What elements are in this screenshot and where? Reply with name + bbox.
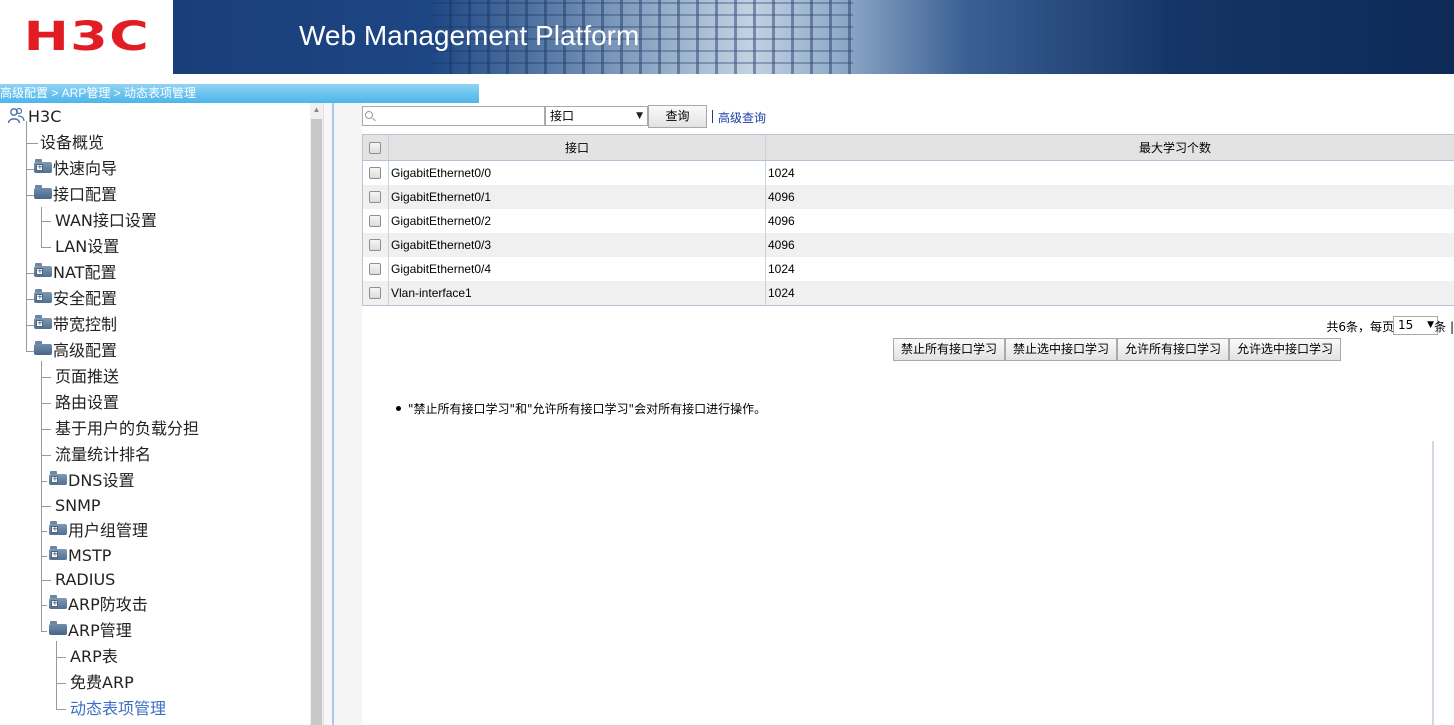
row-checkbox[interactable] [369, 191, 381, 203]
table-row[interactable]: Vlan-interface1 1024 [363, 281, 1454, 305]
folder-closed-icon: + [49, 521, 67, 535]
sidebar-item-arp-attack[interactable]: + ARP防攻击 [49, 592, 148, 618]
banner: Web Management Platform [173, 0, 1454, 74]
folder-closed-icon: + [49, 546, 67, 560]
sidebar-item-wan-settings[interactable]: WAN接口设置 [55, 208, 157, 234]
folder-open-icon [34, 341, 52, 355]
sidebar-item-arp-table[interactable]: ARP表 [70, 644, 118, 670]
sidebar-item-nat-config[interactable]: + NAT配置 [34, 260, 116, 286]
sidebar-item-security-config[interactable]: + 安全配置 [34, 286, 117, 312]
disable-selected-learning-button[interactable]: 禁止选中接口学习 [1005, 338, 1117, 361]
table-body: GigabitEthernet0/0 1024 GigabitEthernet0/1… [363, 161, 1454, 305]
sidebar-item-user-group[interactable]: + 用户组管理 [49, 518, 148, 544]
table-row[interactable]: GigabitEthernet0/3 4096 [363, 233, 1454, 257]
table-row[interactable]: GigabitEthernet0/0 1024 [363, 161, 1454, 185]
folder-closed-icon: + [34, 315, 52, 329]
cell-interface: GigabitEthernet0/0 [391, 166, 492, 180]
advanced-query-link[interactable]: 高级查询 [718, 109, 766, 126]
row-checkbox[interactable] [369, 239, 381, 251]
sidebar-item-snmp[interactable]: SNMP [55, 493, 101, 519]
sidebar-item-gratuitous-arp[interactable]: 免费ARP [70, 670, 134, 696]
cell-interface: GigabitEthernet0/3 [391, 238, 492, 252]
folder-open-icon [34, 185, 52, 199]
search-icon [365, 111, 373, 119]
sidebar-item-radius[interactable]: RADIUS [55, 567, 115, 593]
logo-text: H3C [23, 14, 150, 60]
sidebar-item-dns-settings[interactable]: + DNS设置 [49, 468, 134, 494]
folder-closed-icon: + [49, 471, 67, 485]
query-button[interactable]: 查询 [648, 105, 707, 128]
pager-unit: 条 | [1434, 320, 1454, 334]
row-checkbox[interactable] [369, 167, 381, 179]
disable-all-learning-button[interactable]: 禁止所有接口学习 [893, 338, 1005, 361]
column-header-max-learn[interactable]: 最大学习个数 [766, 135, 1454, 161]
search-bar: 接口 ▼ 查询 高级查询 [362, 105, 1362, 128]
table-row[interactable]: GigabitEthernet0/2 4096 [363, 209, 1454, 233]
breadcrumb: 高级配置 > ARP管理 > 动态表项管理 [0, 84, 479, 103]
tree-root[interactable]: H3C [7, 104, 61, 130]
cell-max-learn: 4096 [768, 238, 795, 252]
cell-max-learn: 1024 [768, 286, 795, 300]
sidebar-item-overview[interactable]: 设备概览 [40, 130, 104, 156]
users-icon [7, 107, 25, 125]
folder-closed-icon: + [34, 289, 52, 303]
sidebar-item-mstp[interactable]: + MSTP [49, 543, 111, 569]
table-row[interactable]: GigabitEthernet0/4 1024 [363, 257, 1454, 281]
sidebar-item-arp-management[interactable]: ARP管理 [49, 618, 132, 644]
sidebar-item-interface-config[interactable]: 接口配置 [34, 182, 117, 208]
lower-pane [362, 441, 1432, 725]
cell-max-learn: 1024 [768, 262, 795, 276]
sidebar-item-dynamic-entry-management[interactable]: 动态表项管理 [70, 696, 166, 722]
sidebar-scroll-thumb[interactable] [311, 119, 322, 725]
sidebar-item-lan-settings[interactable]: LAN设置 [55, 234, 119, 260]
sidebar-item-bandwidth-control[interactable]: + 带宽控制 [34, 312, 117, 338]
cell-interface: GigabitEthernet0/2 [391, 214, 492, 228]
cell-interface: GigabitEthernet0/1 [391, 190, 492, 204]
search-field-select[interactable]: 接口 ▼ [545, 106, 648, 126]
sidebar-item-route-settings[interactable]: 路由设置 [55, 390, 119, 416]
column-header-interface[interactable]: 接口 [389, 135, 765, 161]
sidebar-item-advanced-config[interactable]: 高级配置 [34, 338, 117, 364]
main-panel: 接口 ▼ 查询 高级查询 接口 最大学习个数 GigabitEthernet0/… [334, 103, 1454, 725]
page-size-select[interactable]: 15 ▼ [1393, 316, 1438, 335]
note-item: "禁止所有接口学习"和"允许所有接口学习"会对所有接口进行操作。 [390, 400, 766, 417]
sidebar-item-traffic-ranking[interactable]: 流量统计排名 [55, 442, 151, 468]
cell-max-learn: 4096 [768, 214, 795, 228]
sidebar-item-quick-wizard[interactable]: + 快速向导 [34, 156, 117, 182]
note-list: "禁止所有接口学习"和"允许所有接口学习"会对所有接口进行操作。 [390, 400, 766, 417]
folder-open-icon [49, 621, 67, 635]
cell-max-learn: 4096 [768, 190, 795, 204]
enable-selected-learning-button[interactable]: 允许选中接口学习 [1229, 338, 1341, 361]
cell-max-learn: 1024 [768, 166, 795, 180]
dropdown-arrow-icon: ▼ [1427, 320, 1434, 330]
interface-table: 接口 最大学习个数 GigabitEthernet0/0 1024 GigabitE… [362, 134, 1454, 306]
row-checkbox[interactable] [369, 215, 381, 227]
right-splitter [1432, 441, 1454, 725]
scroll-up-arrow-icon[interactable]: ▲ [310, 103, 323, 117]
platform-title: Web Management Platform [299, 20, 640, 51]
header: H3C Web Management Platform [0, 0, 1454, 74]
pager-total: 共6条，每页 [1326, 320, 1394, 334]
pager: 共6条，每页 15 ▼ 条 | [1254, 315, 1454, 337]
content-area: 接口 ▼ 查询 高级查询 接口 最大学习个数 GigabitEthernet0/… [362, 103, 1454, 441]
row-checkbox[interactable] [369, 287, 381, 299]
search-input[interactable] [362, 106, 545, 126]
select-all-checkbox[interactable] [369, 142, 381, 154]
sidebar-item-user-load-balance[interactable]: 基于用户的负载分担 [55, 416, 199, 442]
nav-tree: H3C 设备概览 + 快速向导 接口配置 WAN接口设置 LAN设置 + NAT配置… [0, 103, 310, 725]
sidebar: H3C 设备概览 + 快速向导 接口配置 WAN接口设置 LAN设置 + NAT配置… [0, 103, 333, 725]
logo: H3C [0, 0, 173, 74]
cell-interface: GigabitEthernet0/4 [391, 262, 492, 276]
row-checkbox[interactable] [369, 263, 381, 275]
cell-interface: Vlan-interface1 [391, 286, 472, 300]
folder-closed-icon: + [34, 263, 52, 277]
enable-all-learning-button[interactable]: 允许所有接口学习 [1117, 338, 1229, 361]
tree-root-label: H3C [28, 107, 62, 126]
table-header-row: 接口 最大学习个数 [363, 135, 1454, 161]
table-row[interactable]: GigabitEthernet0/1 4096 [363, 185, 1454, 209]
folder-closed-icon: + [34, 159, 52, 173]
folder-closed-icon: + [49, 595, 67, 609]
sidebar-item-page-push[interactable]: 页面推送 [55, 364, 119, 390]
dropdown-arrow-icon: ▼ [636, 111, 643, 121]
